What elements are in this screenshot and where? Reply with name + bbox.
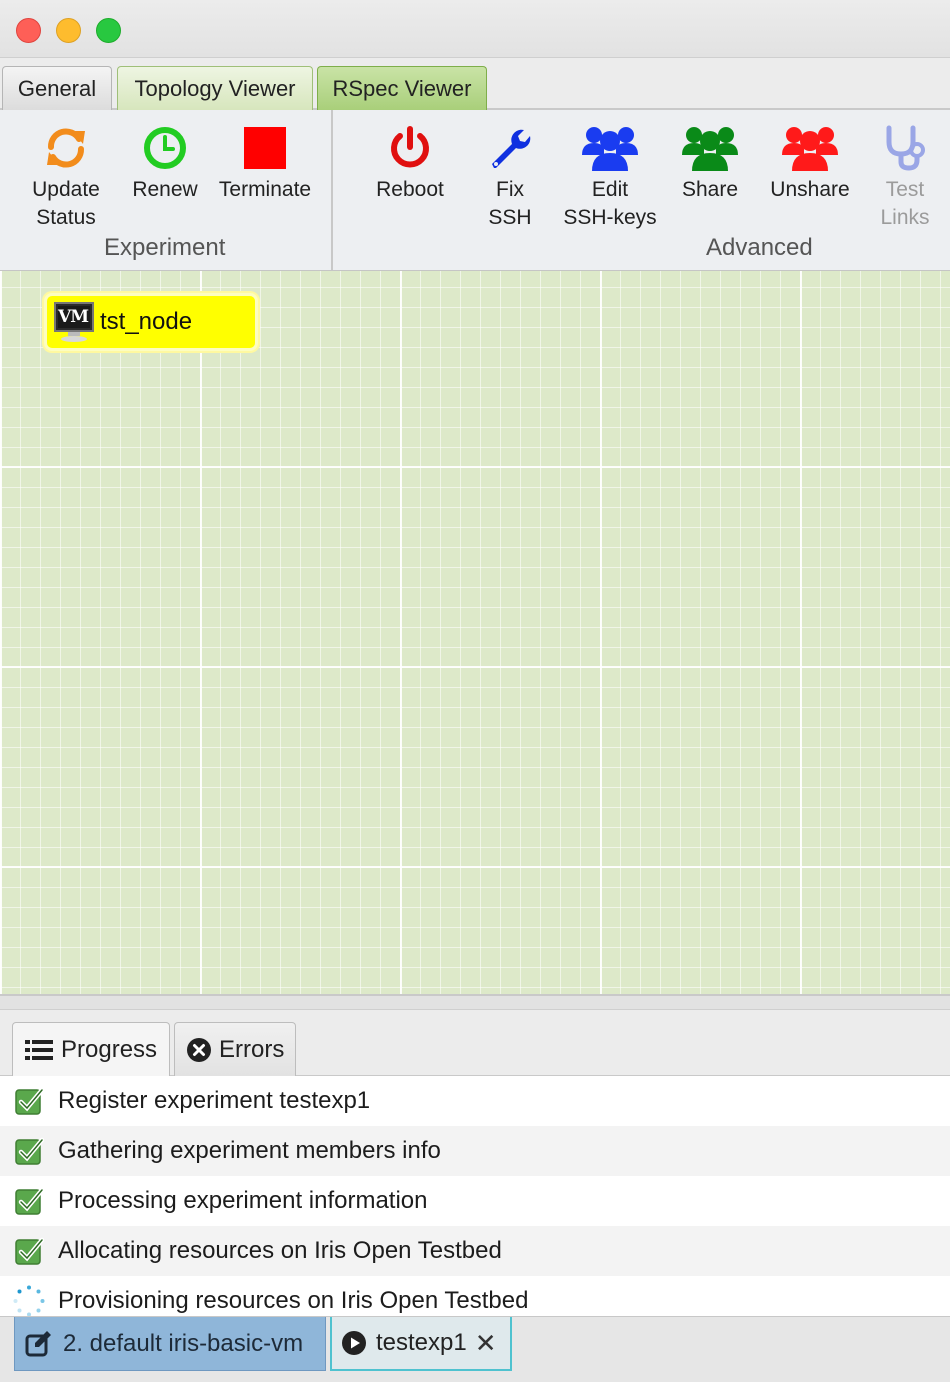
tab-topology-viewer[interactable]: Topology Viewer: [117, 66, 313, 110]
terminate-label: Terminate: [218, 178, 312, 201]
reboot-button[interactable]: Reboot: [360, 120, 460, 230]
test-links-button[interactable]: Test Links: [860, 120, 950, 230]
vm-badge: VM: [58, 307, 89, 327]
checkbox-checked-icon: [0, 1086, 58, 1116]
terminate-button[interactable]: Terminate: [215, 120, 315, 230]
test-links-label: Test Links: [880, 178, 930, 229]
tab-testexp1[interactable]: testexp1 ✕: [330, 1317, 512, 1371]
edit-icon: [25, 1330, 53, 1357]
zoom-button[interactable]: [96, 18, 121, 43]
close-button[interactable]: [16, 18, 41, 43]
reboot-label: Reboot: [376, 178, 444, 201]
checkbox-checked-icon: [0, 1136, 58, 1166]
spinner-icon: [0, 1285, 58, 1317]
share-label: Share: [681, 178, 739, 201]
tab-progress[interactable]: Progress: [12, 1022, 170, 1076]
fix-ssh-label: Fix SSH: [488, 178, 532, 229]
wrench-icon: [492, 129, 531, 168]
users-icon: [582, 127, 638, 171]
update-status-label: Update Status: [32, 178, 100, 229]
list-item: Processing experiment information: [0, 1176, 950, 1226]
minimize-button[interactable]: [56, 18, 81, 43]
topology-node[interactable]: VM tst_node: [44, 293, 258, 351]
title-bar: [0, 0, 950, 58]
tab-label: General: [17, 75, 97, 101]
toolbar-divider: [331, 110, 333, 270]
renew-button[interactable]: Renew: [115, 120, 215, 230]
list-item: Allocating resources on Iris Open Testbe…: [0, 1226, 950, 1276]
tab-label: Errors: [219, 1035, 285, 1063]
update-status-button[interactable]: Update Status: [16, 120, 116, 230]
tab-label: 2. default iris-basic-vm: [63, 1329, 304, 1357]
toolbar: Update Status Renew Terminate Experiment…: [0, 110, 950, 270]
checkbox-checked-icon: [0, 1186, 58, 1216]
tab-label: RSpec Viewer: [332, 75, 472, 101]
renew-label: Renew: [132, 178, 198, 201]
edit-ssh-keys-label: Edit SSH-keys: [563, 178, 657, 229]
progress-text: Processing experiment information: [58, 1187, 428, 1214]
vm-monitor-icon: VM: [54, 302, 94, 342]
main-tab-bar: General Topology Viewer RSpec Viewer: [0, 58, 950, 110]
node-label: tst_node: [100, 308, 193, 335]
list-icon: [25, 1039, 53, 1061]
checkbox-checked-icon: [0, 1236, 58, 1266]
progress-text: Register experiment testexp1: [58, 1087, 371, 1114]
clock-icon: [144, 127, 186, 169]
share-button[interactable]: Share: [660, 120, 760, 230]
tab-label: Progress: [61, 1035, 158, 1063]
unshare-label: Unshare: [770, 178, 850, 201]
stethoscope-icon: [886, 125, 925, 171]
tab-general[interactable]: General: [2, 66, 112, 110]
progress-list: Register experiment testexp1 Gathering e…: [0, 1076, 950, 1326]
fix-ssh-button[interactable]: Fix SSH: [460, 120, 560, 230]
advanced-group-label: Advanced: [706, 234, 813, 261]
list-item: Gathering experiment members info: [0, 1126, 950, 1176]
stop-icon: [244, 127, 286, 169]
refresh-icon: [47, 128, 85, 168]
topology-canvas[interactable]: VM tst_node: [0, 270, 950, 994]
experiment-group-label: Experiment: [104, 234, 226, 261]
error-circle-icon: [187, 1037, 211, 1062]
tab-default-iris-basic-vm[interactable]: 2. default iris-basic-vm: [14, 1317, 326, 1371]
status-tab-bar: 2. default iris-basic-vm testexp1 ✕: [0, 1316, 950, 1382]
progress-text: Gathering experiment members info: [58, 1137, 441, 1164]
play-circle-icon: [342, 1331, 366, 1355]
edit-ssh-keys-button[interactable]: Edit SSH-keys: [560, 120, 660, 230]
splitter[interactable]: [0, 994, 950, 1010]
power-icon: [391, 126, 429, 168]
list-item: Register experiment testexp1: [0, 1076, 950, 1126]
tab-label: Topology Viewer: [134, 75, 296, 101]
progress-text: Allocating resources on Iris Open Testbe…: [58, 1237, 502, 1264]
unshare-button[interactable]: Unshare: [760, 120, 860, 230]
users-icon: [682, 127, 738, 171]
progress-text: Provisioning resources on Iris Open Test…: [58, 1287, 529, 1314]
tab-label: testexp1: [376, 1329, 467, 1356]
users-icon: [782, 127, 838, 171]
log-tab-bar: Progress Errors: [0, 1010, 950, 1076]
tab-errors[interactable]: Errors: [174, 1022, 296, 1076]
tab-rspec-viewer[interactable]: RSpec Viewer: [317, 66, 487, 110]
close-icon[interactable]: ✕: [475, 1328, 497, 1359]
